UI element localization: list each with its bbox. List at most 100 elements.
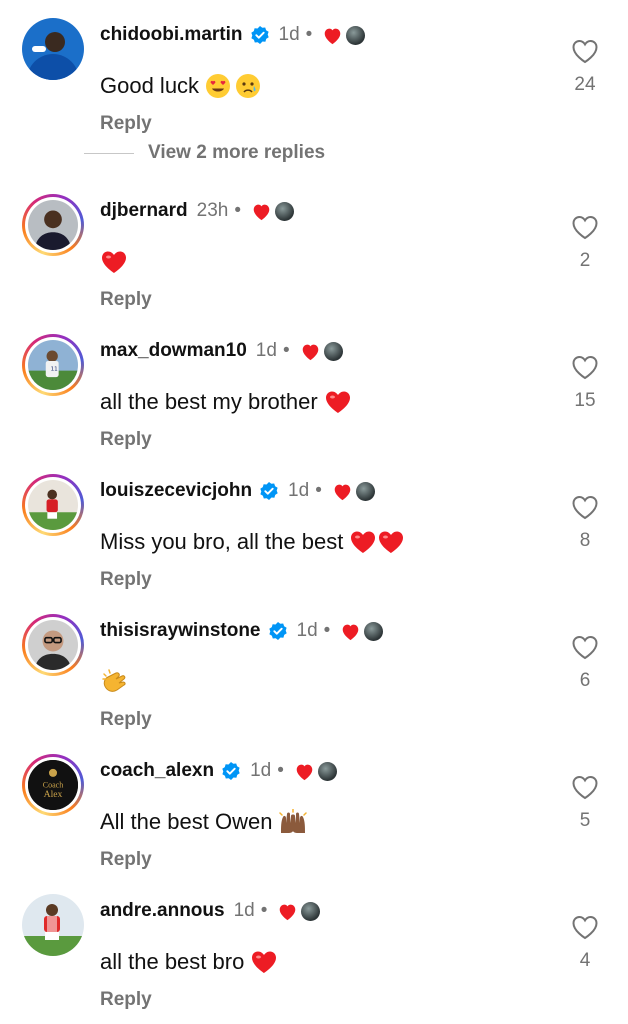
reply-button[interactable]: Reply	[100, 989, 152, 1011]
separator-dot: •	[315, 480, 322, 501]
heart-eyes-emoji-icon	[205, 73, 231, 99]
reply-button[interactable]: Reply	[100, 289, 152, 311]
verified-badge-icon	[259, 481, 279, 501]
comment-text-row: Good luck	[100, 70, 261, 102]
comment-item: Coach Alex coach_alexn 1d • All the best …	[0, 754, 628, 874]
comment-item: thisisraywinstone 1d • Reply 6	[0, 614, 628, 734]
separator-dot: •	[323, 620, 331, 641]
red-heart-emoji-icon	[100, 249, 128, 275]
like-button[interactable]: 2	[570, 214, 600, 272]
like-count: 2	[579, 250, 591, 271]
comment-text-row	[100, 666, 130, 698]
avatar[interactable]	[22, 194, 84, 256]
heart-outline-icon	[572, 495, 598, 520]
like-count: 5	[579, 810, 591, 831]
creator-liked-heart-icon	[277, 902, 298, 921]
comment-item: chidoobi.martin 1d • Good luck Reply 24	[0, 18, 628, 138]
separator-dot: •	[282, 340, 290, 361]
heart-outline-icon	[572, 215, 598, 240]
view-more-divider	[84, 152, 134, 154]
comment-time: 1d	[296, 620, 318, 641]
clapping-hands-emoji-icon	[100, 668, 130, 696]
avatar[interactable]	[22, 474, 84, 536]
creator-avatar	[364, 621, 384, 641]
reply-button[interactable]: Reply	[100, 709, 152, 731]
verified-badge-icon	[221, 761, 241, 781]
creator-liked-heart-icon	[294, 762, 315, 781]
reply-button[interactable]: Reply	[100, 113, 152, 135]
comment-time: 1d	[278, 24, 300, 45]
username[interactable]: louiszecevicjohn	[100, 480, 252, 502]
comment-item: 11 max_dowman10 1d • all the best my bro…	[0, 334, 628, 454]
creator-liked-heart-icon	[340, 622, 361, 641]
comment-text: all the best my brother	[100, 389, 318, 414]
heart-outline-icon	[572, 635, 598, 660]
comment-time: 1d	[250, 760, 272, 781]
verified-badge-icon	[250, 25, 270, 45]
coach-logo-text: Coach	[43, 780, 64, 789]
separator-dot: •	[260, 900, 268, 921]
avatar[interactable]: Coach Alex	[22, 754, 84, 816]
creator-liked-heart-icon	[251, 202, 272, 221]
comment-text: Miss you bro, all the best	[100, 529, 344, 554]
red-heart-emoji-icon	[250, 949, 278, 975]
creator-liked-heart-icon	[322, 26, 343, 45]
like-button[interactable]: 4	[570, 914, 600, 972]
like-button[interactable]: 8	[570, 494, 600, 552]
red-heart-emoji-icon	[377, 529, 405, 555]
reply-button[interactable]: Reply	[100, 429, 152, 451]
heart-outline-icon	[572, 775, 598, 800]
username[interactable]: max_dowman10	[100, 340, 247, 362]
view-more-replies-label: View 2 more replies	[148, 142, 326, 163]
avatar[interactable]	[22, 614, 84, 676]
creator-liked-heart-icon	[332, 482, 353, 501]
creator-liked-heart-icon	[300, 342, 321, 361]
comment-time: 1d	[288, 480, 310, 501]
comment-item: djbernard 23h • Reply 2	[0, 194, 628, 314]
comment-item: andre.annous 1d • all the best bro Reply…	[0, 894, 628, 1014]
reply-button[interactable]: Reply	[100, 849, 152, 871]
username[interactable]: andre.annous	[100, 900, 225, 922]
svg-text:11: 11	[51, 367, 59, 373]
raising-hands-emoji-icon	[278, 809, 308, 835]
username[interactable]: djbernard	[100, 200, 188, 222]
red-heart-emoji-icon	[324, 389, 352, 415]
comment-text: Good luck	[100, 73, 200, 98]
like-count: 15	[574, 390, 596, 411]
username[interactable]: coach_alexn	[100, 760, 214, 782]
comment-time: 1d	[233, 900, 255, 921]
creator-avatar	[323, 341, 343, 361]
comment-text-row: all the best my brother	[100, 386, 352, 418]
creator-avatar	[301, 901, 321, 921]
username[interactable]: thisisraywinstone	[100, 620, 261, 642]
comment-time: 1d	[255, 340, 277, 361]
comments-feed: chidoobi.martin 1d • Good luck Reply 24 …	[0, 0, 628, 1024]
username[interactable]: chidoobi.martin	[100, 24, 243, 46]
coach-logo-text: Alex	[44, 789, 63, 800]
heart-outline-icon	[572, 915, 598, 940]
reply-button[interactable]: Reply	[100, 569, 152, 591]
creator-avatar	[317, 761, 337, 781]
like-button[interactable]: 5	[570, 774, 600, 832]
avatar[interactable]: 11	[22, 334, 84, 396]
comment-text: all the best bro	[100, 949, 245, 974]
comment-time: 23h	[196, 200, 229, 221]
heart-outline-icon	[572, 355, 598, 380]
like-button[interactable]: 24	[570, 38, 600, 96]
like-count: 24	[574, 74, 596, 95]
red-heart-emoji-icon	[349, 529, 377, 555]
creator-avatar	[346, 25, 366, 45]
avatar[interactable]	[22, 18, 84, 80]
comment-text-row: All the best Owen	[100, 806, 308, 838]
crying-face-emoji-icon	[235, 73, 261, 99]
like-button[interactable]: 15	[570, 354, 600, 412]
like-button[interactable]: 6	[570, 634, 600, 692]
heart-outline-icon	[572, 39, 598, 64]
creator-avatar	[355, 481, 375, 501]
comment-item: louiszecevicjohn 1d • Miss you bro, all …	[0, 474, 628, 594]
view-more-replies-button[interactable]: View 2 more replies	[84, 140, 325, 166]
avatar[interactable]	[22, 894, 84, 956]
creator-avatar	[274, 201, 294, 221]
separator-dot: •	[234, 200, 241, 221]
like-count: 8	[579, 530, 591, 551]
